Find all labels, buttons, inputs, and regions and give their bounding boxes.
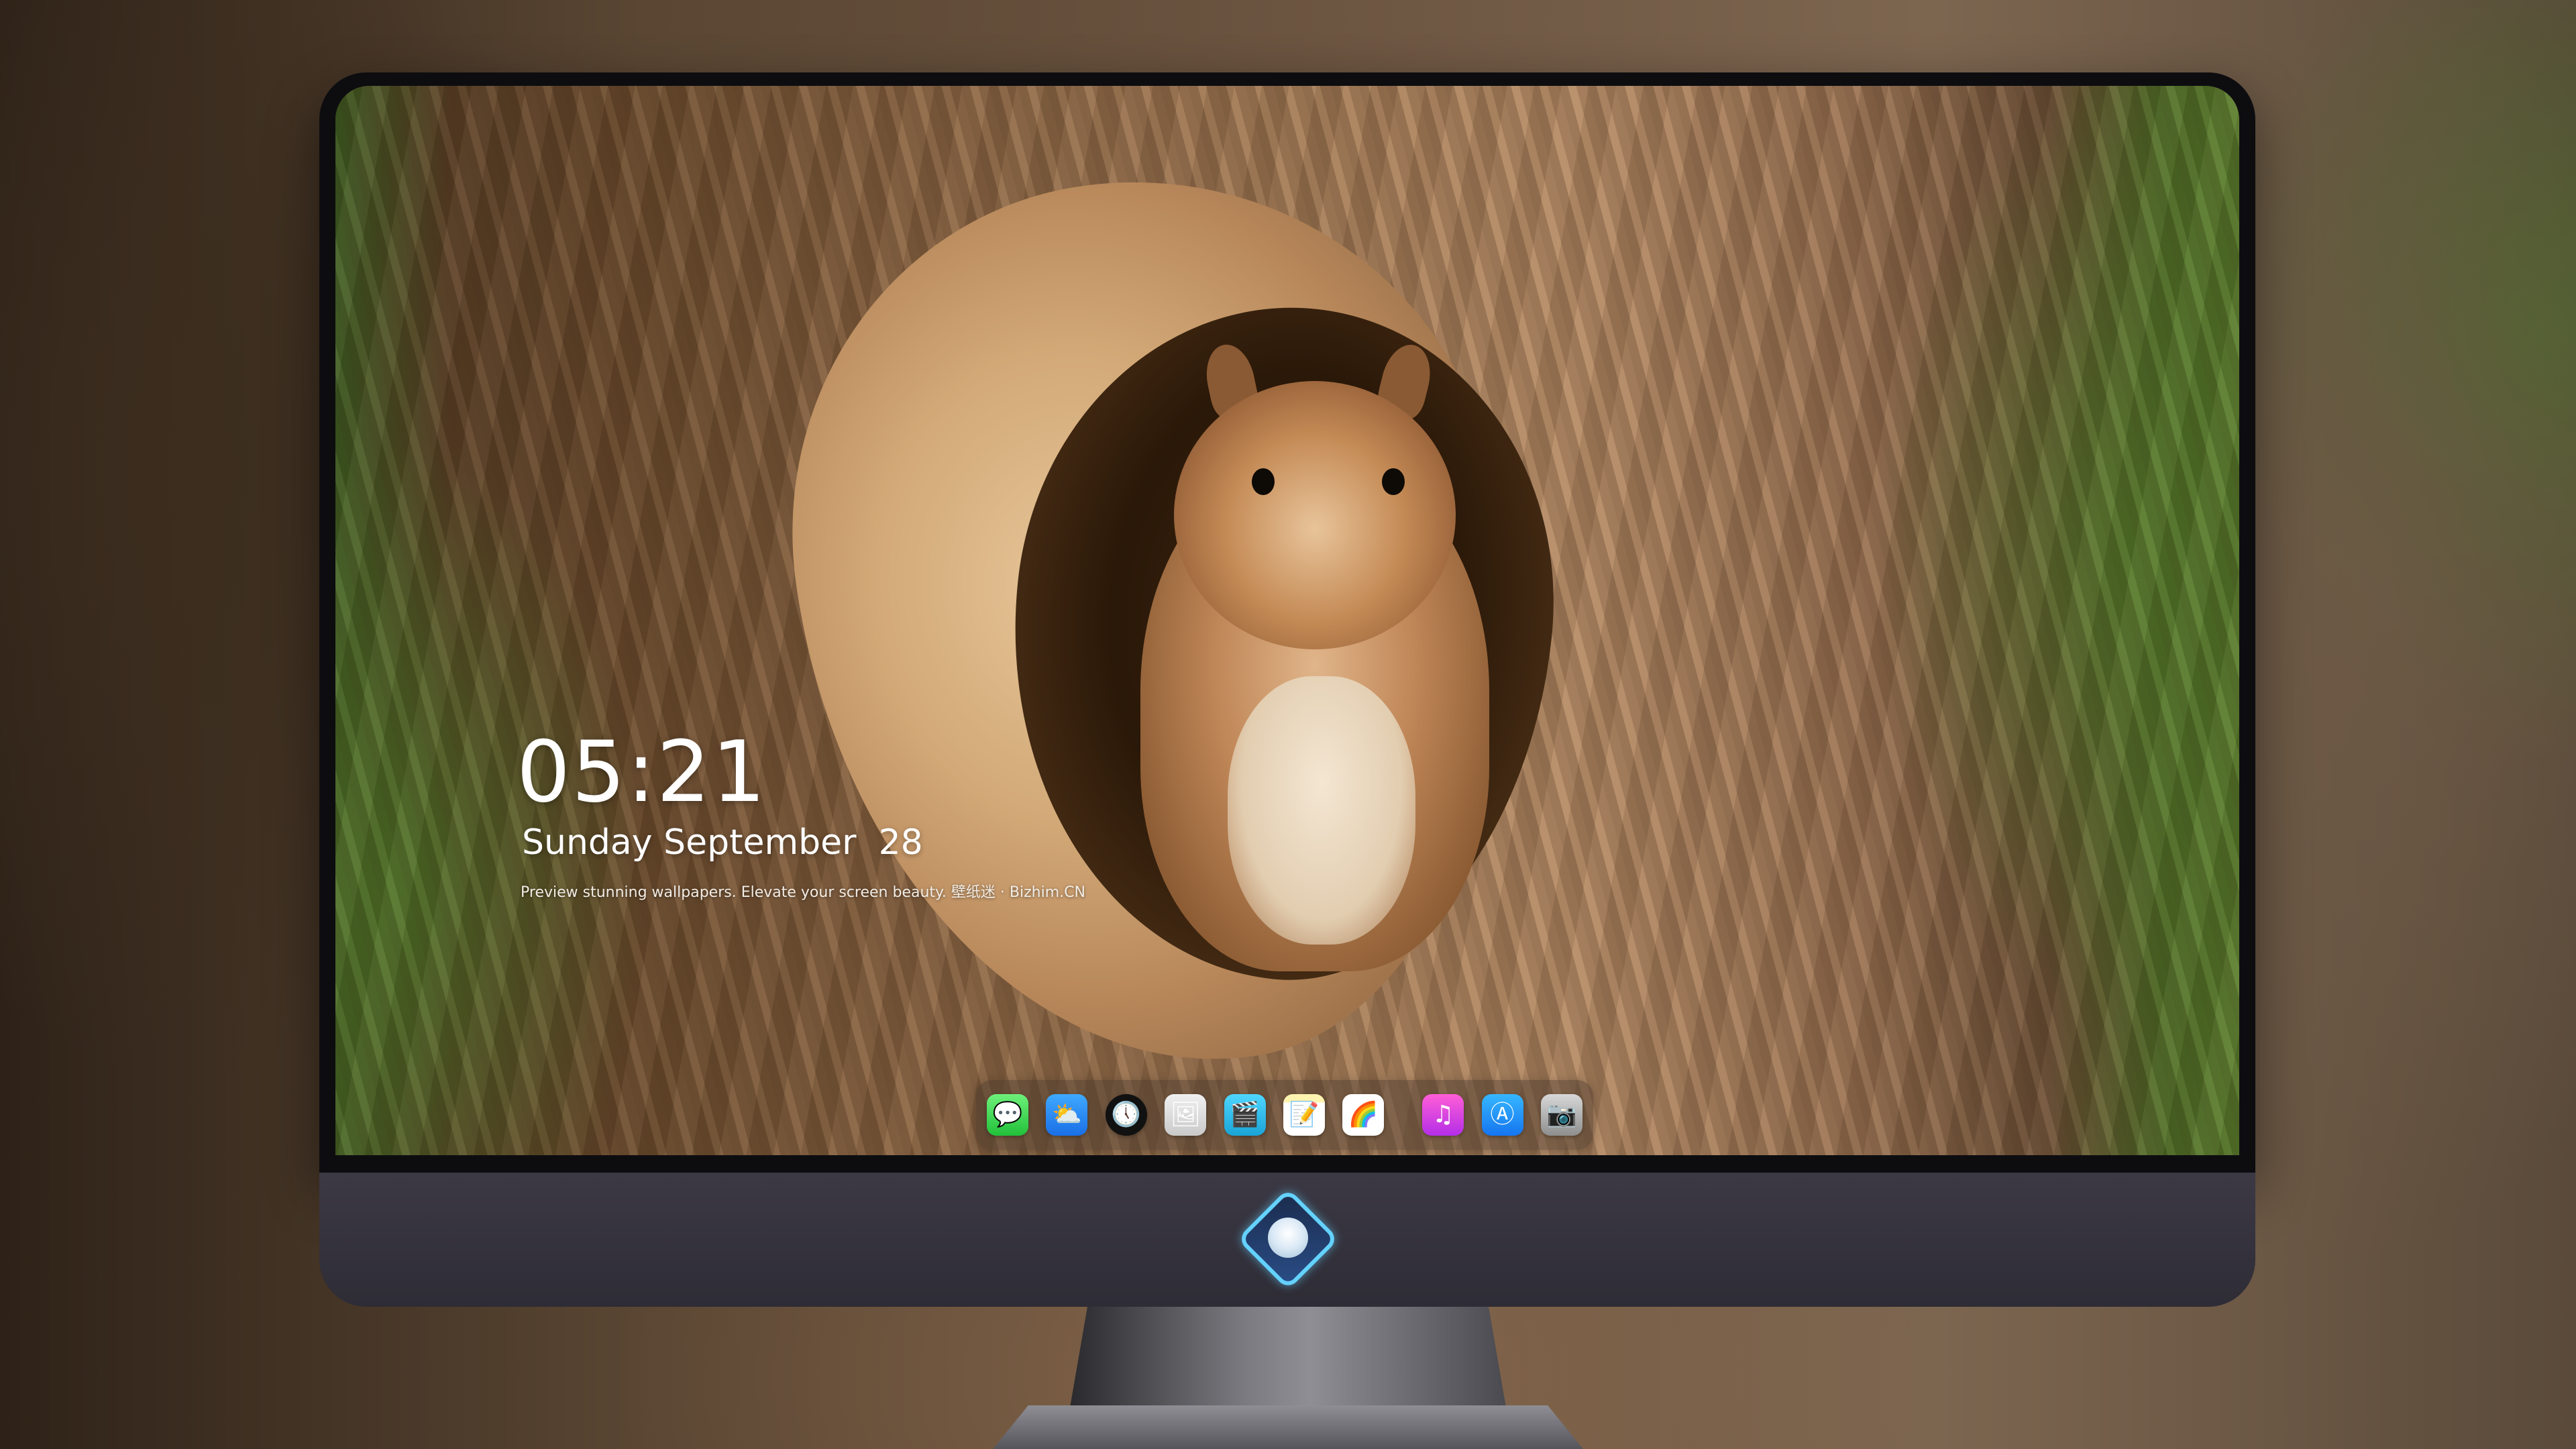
wallpaper-tagline: Preview stunning wallpapers. Elevate you…: [521, 884, 1085, 901]
chipmunk-head: [1174, 381, 1456, 649]
monitor-stand: [1070, 1307, 1506, 1407]
chipmunk-belly: [1228, 676, 1415, 945]
lock-date: Sunday September 28: [522, 822, 923, 863]
monitor-stand-base: [993, 1405, 1583, 1449]
preview-icon[interactable]: 🖼: [1165, 1094, 1207, 1136]
camera-icon[interactable]: 📷: [1540, 1094, 1582, 1136]
lock-clock: 05:21: [517, 722, 767, 821]
messages-icon[interactable]: 💬: [987, 1094, 1028, 1136]
chipmunk-eye-right: [1382, 468, 1405, 495]
dock-separator: [1402, 1094, 1405, 1136]
weather-icon[interactable]: ⛅: [1046, 1094, 1088, 1136]
brand-mascot-icon: [1268, 1218, 1308, 1258]
desktop-screen: 05:21 Sunday September 28 Preview stunni…: [335, 86, 2239, 1155]
app-store-icon[interactable]: Ⓐ: [1481, 1094, 1523, 1136]
chipmunk-eye-left: [1252, 468, 1275, 495]
dock: 💬 ⛅ 🕔 🖼 🎬 📝 🌈 ♫ Ⓐ 📷: [976, 1080, 1593, 1150]
clock-icon[interactable]: 🕔: [1105, 1094, 1147, 1136]
photos-icon[interactable]: 🌈: [1342, 1094, 1385, 1136]
videos-icon[interactable]: 🎬: [1224, 1094, 1266, 1136]
notes-icon[interactable]: 📝: [1283, 1094, 1325, 1136]
music-icon[interactable]: ♫: [1422, 1094, 1464, 1136]
